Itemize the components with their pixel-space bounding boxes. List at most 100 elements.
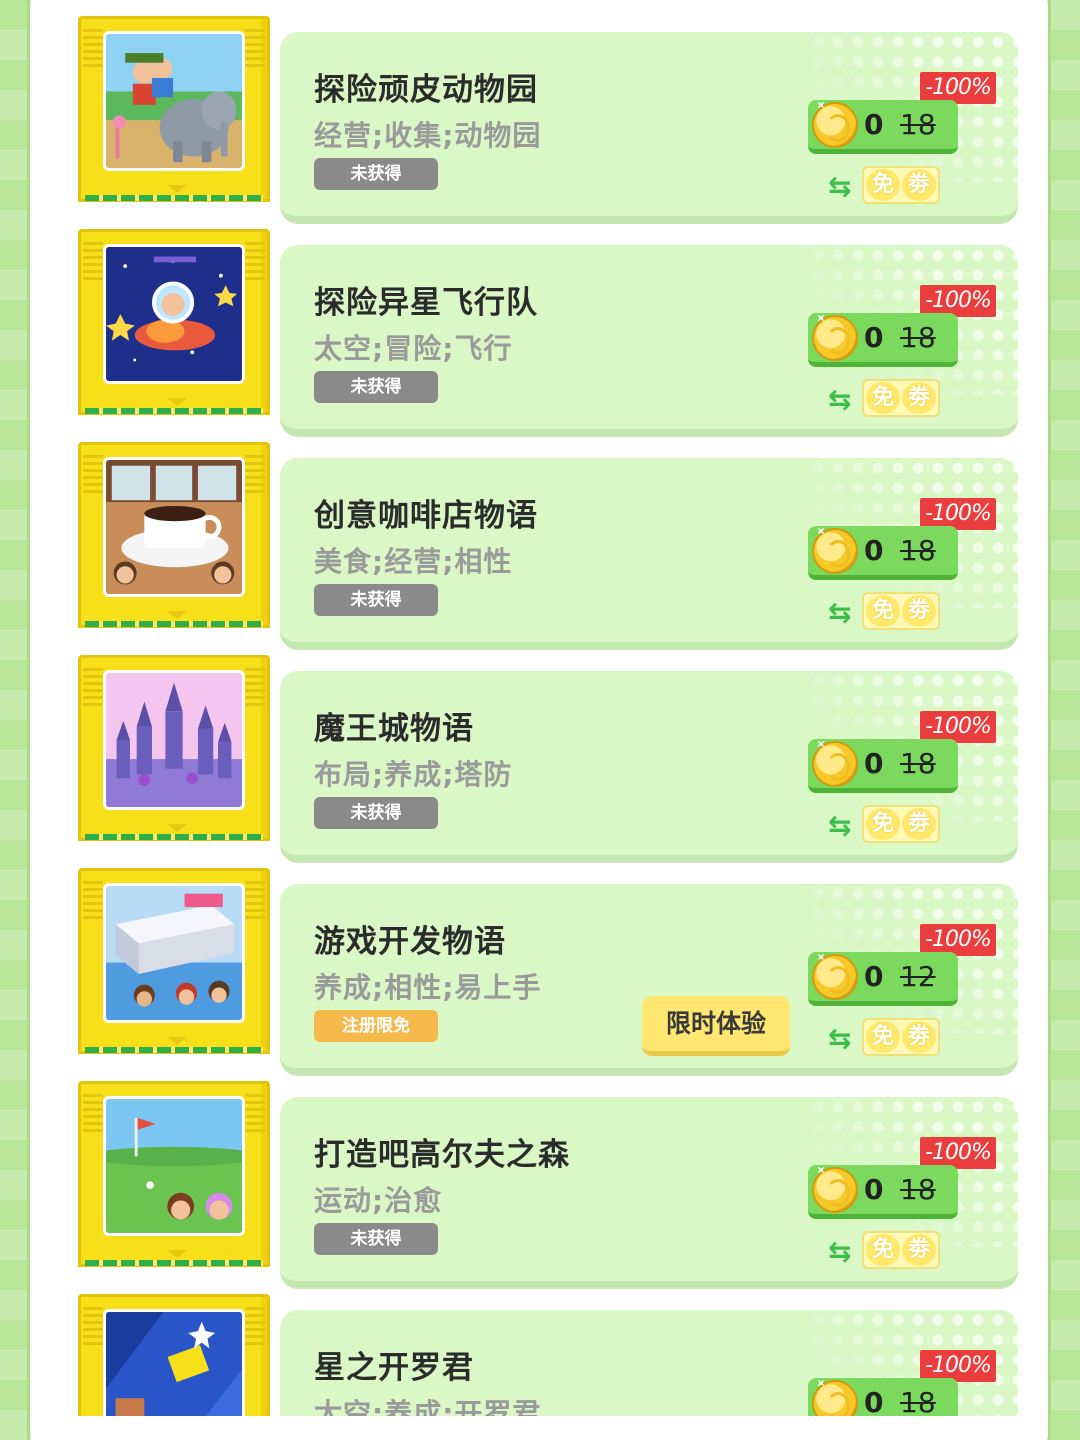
swap-arrows-icon: ⇆ <box>828 1235 852 1268</box>
game-card[interactable]: 星之开罗君 太空;养成;开罗君 -100% 0 18 ⇆ 免 劵 <box>280 1310 1018 1416</box>
game-list[interactable]: 探险顽皮动物园 经营;收集;动物园 未获得 -100% 0 18 ⇆ 免 劵 探… <box>0 0 1080 1416</box>
buy-price-button[interactable]: 0 18 <box>808 739 958 793</box>
cartridge-grip <box>245 881 265 921</box>
free-coupon-button[interactable]: 免 劵 <box>862 805 940 843</box>
original-price: 18 <box>900 747 936 780</box>
original-price: 18 <box>900 108 936 141</box>
game-row[interactable]: 星之开罗君 太空;养成;开罗君 -100% 0 18 ⇆ 免 劵 <box>0 1286 1080 1416</box>
cartridge-grip <box>83 455 103 495</box>
ownership-status-badge: 未获得 <box>314 584 438 616</box>
buy-price-button[interactable]: 0 18 <box>808 100 958 154</box>
free-coupon-char: 劵 <box>902 382 936 414</box>
game-cartridge[interactable] <box>78 1294 270 1416</box>
game-card[interactable]: 打造吧高尔夫之森 运动;治愈 未获得 -100% 0 18 ⇆ 免 劵 <box>280 1097 1018 1287</box>
game-title: 打造吧高尔夫之森 <box>314 1137 570 1173</box>
game-card[interactable]: 探险异星飞行队 太空;冒险;飞行 未获得 -100% 0 18 ⇆ 免 劵 <box>280 245 1018 435</box>
free-coupon-button[interactable]: 免 劵 <box>862 379 940 417</box>
cartridge-grip <box>245 1094 265 1134</box>
ownership-status-badge: 未获得 <box>314 797 438 829</box>
cartridge-grip <box>83 1307 103 1347</box>
ownership-status-badge: 未获得 <box>314 371 438 403</box>
free-coupon-button[interactable]: 免 劵 <box>862 1018 940 1056</box>
cartridge-grip <box>245 1307 265 1347</box>
swap-arrows-icon: ⇆ <box>828 1022 852 1055</box>
game-cover-image <box>103 670 245 810</box>
game-cover-image <box>103 883 245 1023</box>
game-tags: 经营;收集;动物园 <box>314 119 542 152</box>
current-price: 0 <box>864 534 884 567</box>
game-row[interactable]: 打造吧高尔夫之森 运动;治愈 未获得 -100% 0 18 ⇆ 免 劵 <box>0 1073 1080 1287</box>
buy-price-button[interactable]: 0 12 <box>808 952 958 1006</box>
game-tags: 布局;养成;塔防 <box>314 758 513 791</box>
coin-icon <box>812 315 858 361</box>
current-price: 0 <box>864 1386 884 1416</box>
cartridge-arrow-icon <box>167 1037 187 1045</box>
swap-arrows-icon: ⇆ <box>828 170 852 203</box>
current-price: 0 <box>864 747 884 780</box>
free-coupon-char: 免 <box>866 169 900 201</box>
free-coupon-char: 免 <box>866 382 900 414</box>
game-cartridge[interactable] <box>78 1081 270 1267</box>
game-title: 星之开罗君 <box>314 1350 474 1386</box>
game-cover-image <box>103 1309 245 1416</box>
game-tags: 养成;相性;易上手 <box>314 971 542 1004</box>
cartridge-arrow-icon <box>167 611 187 619</box>
game-tags: 太空;冒险;飞行 <box>314 332 513 365</box>
cartridge-grip <box>245 668 265 708</box>
original-price: 18 <box>900 1386 936 1416</box>
current-price: 0 <box>864 960 884 993</box>
free-coupon-button[interactable]: 免 劵 <box>862 166 940 204</box>
game-row[interactable]: 魔王城物语 布局;养成;塔防 未获得 -100% 0 18 ⇆ 免 劵 <box>0 647 1080 861</box>
game-cartridge[interactable] <box>78 16 270 202</box>
cartridge-grip <box>83 242 103 282</box>
coin-icon <box>812 102 858 148</box>
current-price: 0 <box>864 108 884 141</box>
original-price: 12 <box>900 960 936 993</box>
coin-icon <box>812 741 858 787</box>
game-cartridge[interactable] <box>78 868 270 1054</box>
game-tags: 运动;治愈 <box>314 1184 443 1217</box>
coin-icon <box>812 954 858 1000</box>
buy-price-button[interactable]: 0 18 <box>808 313 958 367</box>
game-card[interactable]: 游戏开发物语 养成;相性;易上手 注册限免 限时体验 -100% 0 12 ⇆ … <box>280 884 1018 1074</box>
game-cover-image <box>103 457 245 597</box>
buy-price-button[interactable]: 0 18 <box>808 1165 958 1219</box>
game-card[interactable]: 探险顽皮动物园 经营;收集;动物园 未获得 -100% 0 18 ⇆ 免 劵 <box>280 32 1018 222</box>
game-cartridge[interactable] <box>78 655 270 841</box>
game-cartridge[interactable] <box>78 229 270 415</box>
cartridge-arrow-icon <box>167 185 187 193</box>
cartridge-grip <box>83 668 103 708</box>
game-cover-image <box>103 244 245 384</box>
game-row[interactable]: 探险顽皮动物园 经营;收集;动物园 未获得 -100% 0 18 ⇆ 免 劵 <box>0 8 1080 222</box>
cartridge-grip <box>245 455 265 495</box>
game-title: 探险顽皮动物园 <box>314 72 538 108</box>
game-card[interactable]: 魔王城物语 布局;养成;塔防 未获得 -100% 0 18 ⇆ 免 劵 <box>280 671 1018 861</box>
free-coupon-button[interactable]: 免 劵 <box>862 592 940 630</box>
swap-arrows-icon: ⇆ <box>828 383 852 416</box>
original-price: 18 <box>900 534 936 567</box>
game-cartridge[interactable] <box>78 442 270 628</box>
game-tags: 太空;养成;开罗君 <box>314 1397 542 1416</box>
free-coupon-char: 劵 <box>902 169 936 201</box>
buy-price-button[interactable]: 0 18 <box>808 526 958 580</box>
free-coupon-char: 劵 <box>902 1234 936 1266</box>
buy-price-button[interactable]: 0 18 <box>808 1378 958 1416</box>
game-row[interactable]: 探险异星飞行队 太空;冒险;飞行 未获得 -100% 0 18 ⇆ 免 劵 <box>0 221 1080 435</box>
game-title: 探险异星飞行队 <box>314 285 538 321</box>
limited-trial-button[interactable]: 限时体验 <box>642 996 790 1056</box>
game-title: 游戏开发物语 <box>314 924 506 960</box>
original-price: 18 <box>900 1173 936 1206</box>
game-row[interactable]: 创意咖啡店物语 美食;经营;相性 未获得 -100% 0 18 ⇆ 免 劵 <box>0 434 1080 648</box>
free-coupon-button[interactable]: 免 劵 <box>862 1231 940 1269</box>
cartridge-arrow-icon <box>167 398 187 406</box>
coin-icon <box>812 1380 858 1416</box>
current-price: 0 <box>864 1173 884 1206</box>
game-card[interactable]: 创意咖啡店物语 美食;经营;相性 未获得 -100% 0 18 ⇆ 免 劵 <box>280 458 1018 648</box>
cartridge-arrow-icon <box>167 824 187 832</box>
game-title: 魔王城物语 <box>314 711 474 747</box>
free-coupon-char: 免 <box>866 1021 900 1053</box>
current-price: 0 <box>864 321 884 354</box>
game-row[interactable]: 游戏开发物语 养成;相性;易上手 注册限免 限时体验 -100% 0 12 ⇆ … <box>0 860 1080 1074</box>
free-coupon-char: 免 <box>866 808 900 840</box>
coin-icon <box>812 1167 858 1213</box>
